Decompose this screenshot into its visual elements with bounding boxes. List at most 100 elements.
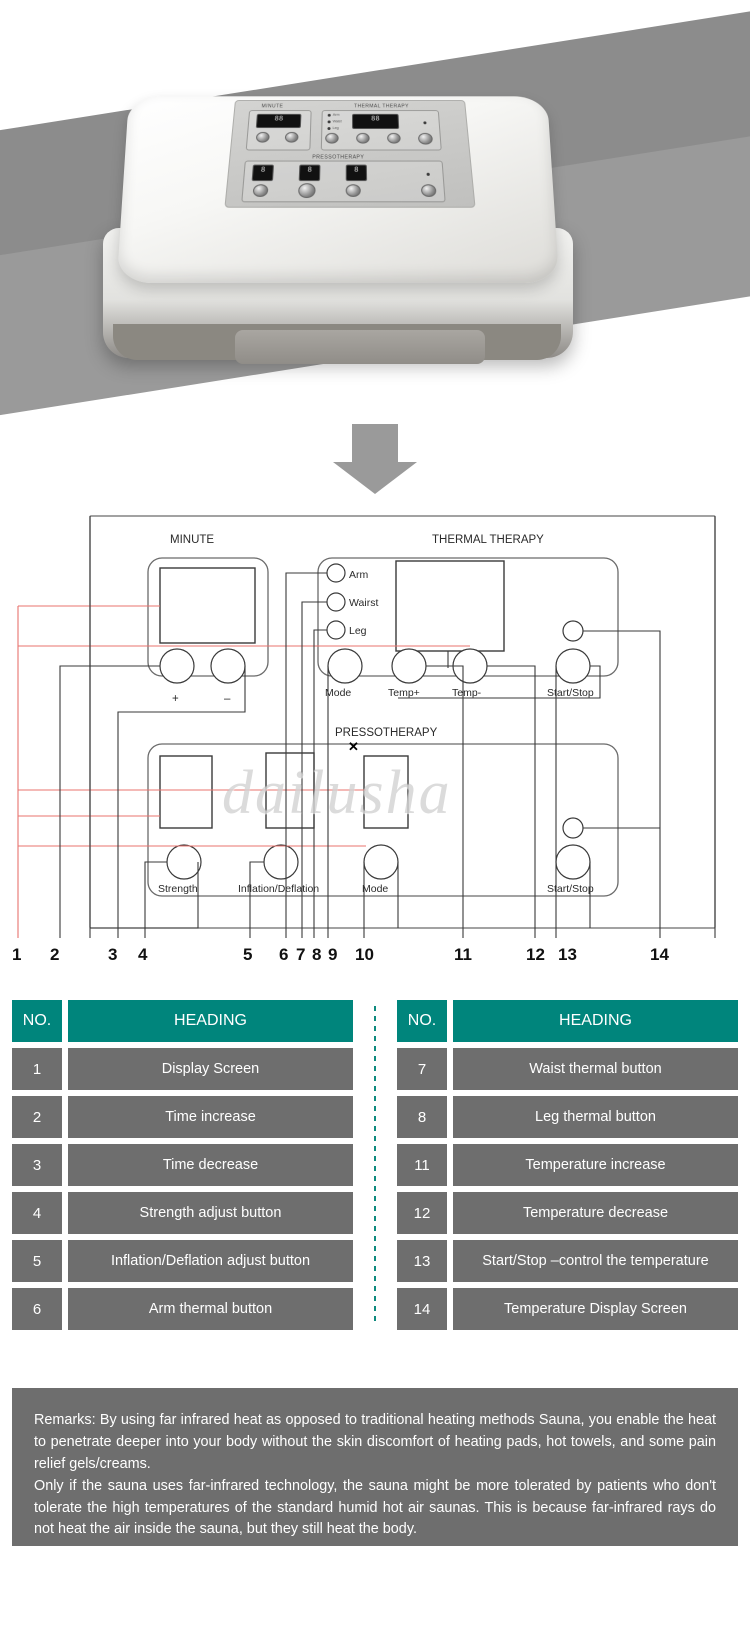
diagram-presso-mode-label: Mode: [362, 883, 388, 895]
panel-presso-display-mode: 8: [345, 164, 368, 182]
table-header-heading: HEADING: [68, 1000, 353, 1042]
panel-arm-label: Arm: [332, 112, 340, 117]
row-heading: Strength adjust button: [68, 1192, 353, 1234]
row-no: 2: [12, 1096, 62, 1138]
diagram-arm-label: Arm: [349, 569, 369, 581]
panel-thermal-temp-up-knob[interactable]: [356, 132, 370, 144]
diagram-minus-label: –: [224, 693, 231, 705]
callout-number-2: 2: [50, 945, 59, 964]
callout-number-9: 9: [328, 945, 337, 964]
row-heading: Start/Stop –control the temperature: [453, 1240, 738, 1282]
diagram-temp-down-label: Temp-: [452, 687, 482, 699]
table-row: 11 Temperature increase: [397, 1144, 738, 1186]
table-row: 4 Strength adjust button: [12, 1192, 353, 1234]
arrow-shaft: [352, 424, 398, 462]
row-heading: Temperature decrease: [453, 1192, 738, 1234]
diagram-x-marker: ✕: [348, 739, 359, 754]
device-handle: [235, 330, 485, 364]
table-row: 14 Temperature Display Screen: [397, 1288, 738, 1330]
table-header-no: NO.: [397, 1000, 447, 1042]
row-no: 6: [12, 1288, 62, 1330]
table-row: 5 Inflation/Deflation adjust button: [12, 1240, 353, 1282]
diagram-temp-up-label: Temp+: [388, 687, 420, 699]
panel-presso-display-inflation: 8: [298, 164, 321, 182]
row-heading: Leg thermal button: [453, 1096, 738, 1138]
callout-number-1: 1: [12, 945, 21, 964]
table-row: 3 Time decrease: [12, 1144, 353, 1186]
row-heading: Time decrease: [68, 1144, 353, 1186]
table-header-heading: HEADING: [453, 1000, 738, 1042]
panel-thermal-mode-knob[interactable]: [325, 132, 339, 144]
diagram-presso-startstop-label: Start/Stop: [547, 883, 594, 895]
callout-number-11: 11: [454, 945, 472, 964]
panel-minute-display: 88: [255, 113, 302, 129]
panel-presso-mode-knob[interactable]: [345, 184, 361, 197]
legend-table-left: NO. HEADING 1 Display Screen 2 Time incr…: [0, 1000, 365, 1336]
device-body: MINUTE 88 THERMAL THERAPY Arm Waist Leg …: [95, 78, 575, 378]
callout-number-13: 13: [558, 945, 577, 964]
row-no: 7: [397, 1048, 447, 1090]
row-heading: Temperature Display Screen: [453, 1288, 738, 1330]
panel-presso-start-led: [426, 172, 430, 176]
panel-thermal-start-stop-knob[interactable]: [417, 132, 434, 145]
panel-leg-led: [327, 127, 331, 130]
table-dotted-divider: [365, 1000, 385, 1336]
table-header-row: NO. HEADING: [397, 1000, 738, 1042]
row-heading: Time increase: [68, 1096, 353, 1138]
row-heading: Arm thermal button: [68, 1288, 353, 1330]
remarks-paragraph-1: Remarks: By using far infrared heat as o…: [34, 1412, 716, 1472]
legend-table-right: NO. HEADING 7 Waist thermal button 8 Leg…: [385, 1000, 750, 1336]
arrow-head: [333, 462, 417, 494]
panel-thermal-temp-down-knob[interactable]: [387, 132, 401, 144]
row-heading: Inflation/Deflation adjust button: [68, 1240, 353, 1282]
diagram-thermal-title: THERMAL THERAPY: [432, 534, 544, 546]
table-row: 1 Display Screen: [12, 1048, 353, 1090]
table-row: 2 Time increase: [12, 1096, 353, 1138]
table-row: 7 Waist thermal button: [397, 1048, 738, 1090]
table-header-row: NO. HEADING: [12, 1000, 353, 1042]
row-heading: Display Screen: [68, 1048, 353, 1090]
remarks-panel: Remarks: By using far infrared heat as o…: [12, 1388, 738, 1546]
diagram-plus-label: +: [172, 693, 179, 705]
panel-presso-start-stop-knob[interactable]: [420, 184, 437, 197]
diagram-presso-title: PRESSOTHERAPY: [335, 727, 438, 739]
row-heading: Waist thermal button: [453, 1048, 738, 1090]
row-no: 1: [12, 1048, 62, 1090]
panel-leg-label: Leg: [332, 126, 339, 130]
callout-number-10: 10: [355, 945, 374, 964]
down-arrow-divider: [0, 424, 750, 494]
divider-dashes: [374, 1006, 376, 1326]
panel-waist-label: Waist: [332, 119, 342, 124]
row-no: 5: [12, 1240, 62, 1282]
row-heading: Temperature increase: [453, 1144, 738, 1186]
panel-thermal-display: 88: [352, 113, 400, 130]
panel-thermal-start-led: [423, 121, 427, 125]
table-row: 6 Arm thermal button: [12, 1288, 353, 1330]
callout-number-5: 5: [243, 945, 252, 964]
panel-presso-display-strength: 8: [251, 164, 275, 182]
row-no: 3: [12, 1144, 62, 1186]
legend-tables: NO. HEADING 1 Display Screen 2 Time incr…: [0, 1000, 750, 1336]
callout-number-14: 14: [650, 945, 669, 964]
panel-minute-title: MINUTE: [261, 103, 284, 110]
callout-number-7: 7: [296, 945, 305, 964]
control-panel-diagram: .ln { stroke:#3a3a3a; stroke-width:1.1; …: [0, 498, 750, 988]
panel-waist-led: [327, 120, 331, 124]
table-row: 12 Temperature decrease: [397, 1192, 738, 1234]
row-no: 8: [397, 1096, 447, 1138]
diagram-strength-label: Strength: [158, 883, 198, 895]
table-row: 8 Leg thermal button: [397, 1096, 738, 1138]
diagram-thermal-startstop-label: Start/Stop: [547, 687, 594, 699]
product-photo-section: MINUTE 88 THERMAL THERAPY Arm Waist Leg …: [0, 0, 750, 420]
diagram-mode-label: Mode: [325, 687, 351, 699]
callout-number-6: 6: [279, 945, 288, 964]
row-no: 11: [397, 1144, 447, 1186]
row-no: 12: [397, 1192, 447, 1234]
remarks-paragraph-2: Only if the sauna uses far-infrared tech…: [34, 1477, 716, 1538]
table-header-no: NO.: [12, 1000, 62, 1042]
device-control-panel: MINUTE 88 THERMAL THERAPY Arm Waist Leg …: [224, 100, 476, 208]
panel-arm-led: [327, 113, 331, 117]
callout-number-4: 4: [138, 945, 148, 964]
diagram-svg: .ln { stroke:#3a3a3a; stroke-width:1.1; …: [12, 515, 716, 964]
diagram-waist-label: Wairst: [349, 597, 378, 609]
